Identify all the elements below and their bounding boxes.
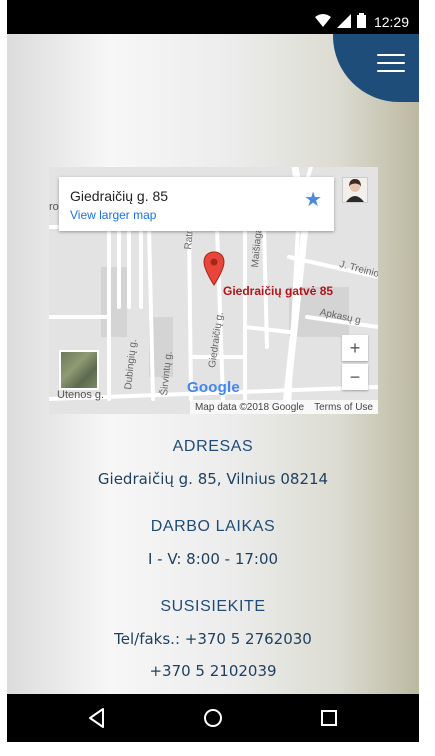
contact-heading: SUSISIEKITE — [160, 598, 266, 615]
status-bar: 12:29 — [7, 10, 419, 34]
google-logo: Google — [187, 379, 240, 396]
android-nav-bar — [7, 694, 419, 742]
recents-icon[interactable] — [317, 706, 341, 730]
clock-time: 12:29 — [373, 14, 409, 30]
back-icon[interactable] — [85, 706, 109, 730]
map-pin-label: Giedraičių gatvė 85 — [223, 284, 334, 298]
contact-phone[interactable]: Tel/faks.: +370 5 2762030 — [7, 630, 419, 648]
map-place-title: Giedraičių g. 85 — [70, 188, 169, 204]
star-icon[interactable]: ★ — [304, 187, 322, 212]
device-frame: 12:29 Maišiaga Giedraičių g. Dubingių g.… — [7, 0, 419, 742]
hours-value: I - V: 8:00 - 17:00 — [147, 550, 279, 568]
satellite-toggle-thumbnail[interactable] — [59, 350, 99, 390]
home-icon[interactable] — [201, 706, 225, 730]
map-street-label: Utenos g. — [57, 389, 105, 401]
address-value: Giedraičių g. 85, Vilnius 08214 — [97, 470, 329, 488]
zoom-out-button[interactable]: − — [342, 364, 368, 390]
map-pin-icon[interactable] — [203, 251, 225, 287]
map-place-label: ro — [49, 201, 59, 213]
battery-icon — [356, 13, 366, 31]
hamburger-menu-icon[interactable] — [377, 52, 405, 74]
zoom-in-button[interactable]: + — [342, 335, 368, 361]
menu-corner — [333, 34, 419, 102]
google-logo-text: Google — [187, 379, 240, 396]
map-data-attribution: Map data ©2018 Google — [194, 401, 305, 413]
avatar[interactable] — [342, 177, 368, 203]
wifi-icon — [314, 13, 331, 31]
page-content[interactable]: Ratnyčios g. Maišiaga Giedraičių g. Dubi… — [7, 34, 419, 694]
signal-icon — [336, 13, 351, 31]
contact-phone-2[interactable]: +370 5 2102039 — [7, 662, 419, 680]
terms-of-use-link[interactable]: Terms of Use — [309, 402, 378, 413]
hours-heading: DARBO LAIKAS — [150, 518, 276, 535]
map-footer: Map data ©2018 Google Terms of Use — [189, 400, 378, 414]
address-heading: ADRESAS — [172, 438, 254, 455]
view-larger-map-link[interactable]: View larger map — [70, 208, 156, 222]
map-info-card: Giedraičių g. 85 View larger map ★ — [59, 177, 334, 231]
google-map-embed[interactable]: Ratnyčios g. Maišiaga Giedraičių g. Dubi… — [49, 167, 378, 414]
